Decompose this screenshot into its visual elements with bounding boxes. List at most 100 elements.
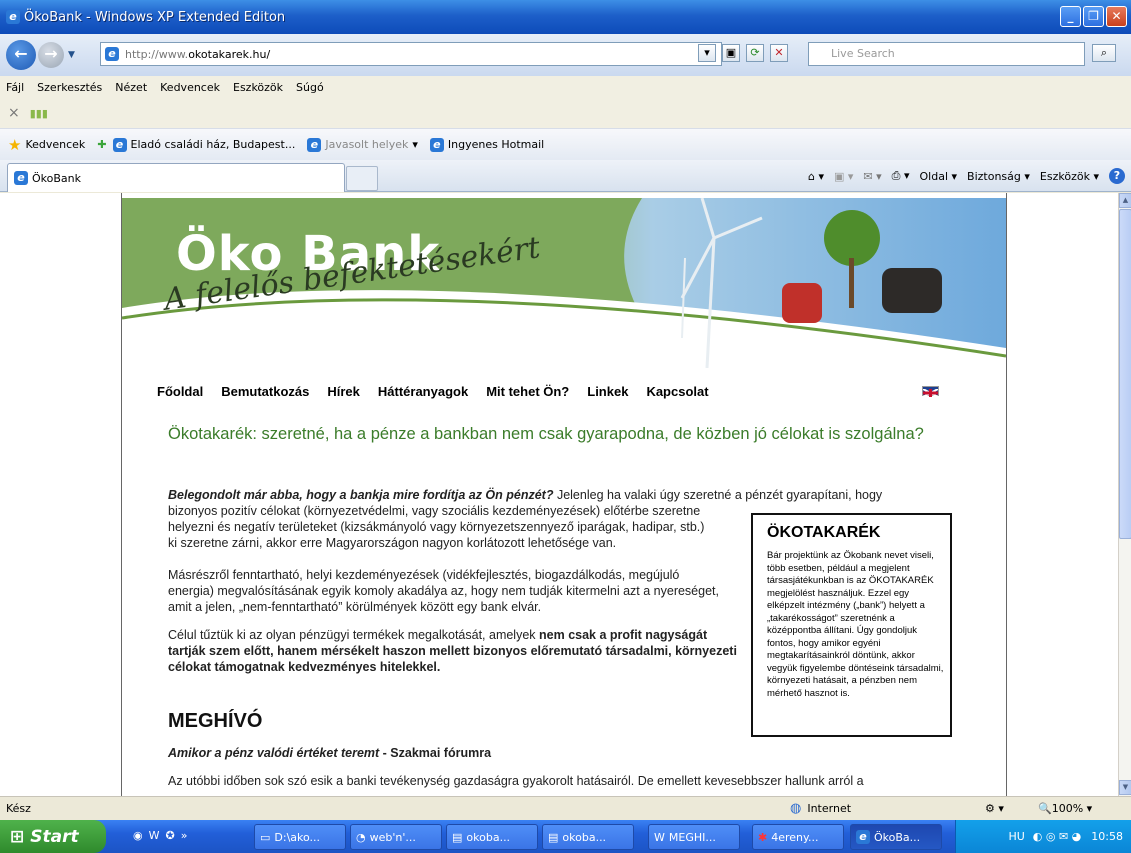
taskbar-item-label: web'n'...: [369, 830, 416, 844]
search-icon[interactable]: ⌕: [1092, 44, 1116, 62]
clock[interactable]: 10:58: [1091, 830, 1123, 843]
scroll-thumb[interactable]: [1119, 209, 1131, 539]
favorites-button[interactable]: ★ Kedvencek: [8, 136, 85, 154]
signal-icon: ▮▮▮: [29, 106, 48, 120]
title-bar: e ÖkoBank - Windows XP Extended Editon _…: [0, 0, 1131, 34]
media-quicklaunch-icon[interactable]: ✪: [166, 829, 175, 842]
system-tray: HU ◐ ◎ ✉ ◕ 10:58: [955, 820, 1131, 853]
browser-window: e ÖkoBank - Windows XP Extended Editon _…: [0, 0, 1131, 853]
taskbar-item-4ereny[interactable]: ✱ 4ereny...: [752, 824, 844, 850]
menu-view[interactable]: Nézet: [115, 81, 147, 94]
site-page: Öko Bank A felelős befektetésekért Főold…: [121, 193, 1007, 796]
address-toolbar: ← → ▼ e http://www. okotakarek.hu/ ▾ ▣ ⟳ …: [0, 34, 1131, 76]
scroll-down-icon[interactable]: ▼: [1119, 780, 1131, 795]
paragraph-3: Célul tűztük ki az olyan pénzügyi termék…: [168, 627, 738, 675]
page-headline: Ökotakarék: szeretné, ha a pénze a bankb…: [168, 425, 924, 443]
add-favorite-icon[interactable]: ✚: [97, 138, 106, 151]
more-icon[interactable]: »: [181, 829, 188, 842]
english-flag-icon[interactable]: [922, 386, 939, 398]
protected-mode-icon[interactable]: ⚙ ▾: [985, 802, 1004, 815]
search-input[interactable]: Live Search: [808, 42, 1085, 66]
box-title: ÖKOTAKARÉK: [767, 524, 881, 541]
menu-help[interactable]: Súgó: [296, 81, 324, 94]
taskbar-item-meghi[interactable]: W MEGHI...: [648, 824, 740, 850]
compat-icon[interactable]: ▣: [722, 44, 740, 62]
suggested-sites[interactable]: e Javasolt helyek ▾: [307, 137, 418, 152]
nav-news[interactable]: Hírek: [327, 384, 360, 399]
window-title: ÖkoBank - Windows XP Extended Editon: [24, 9, 286, 25]
windows-logo-icon: ⊞: [10, 826, 25, 847]
intro-rest: Jelenleg ha valaki úgy szeretné a pénzét…: [553, 488, 883, 502]
paragraph-4: Az utóbbi időben sok szó esik a banki te…: [168, 774, 864, 788]
taskbar-item-label: D:\ako...: [274, 830, 321, 844]
folder-icon: ▭: [260, 830, 271, 844]
taskbar-item-okoba1[interactable]: ▤ okoba...: [446, 824, 538, 850]
stop-icon[interactable]: ✕: [770, 44, 788, 62]
ie-quicklaunch-icon[interactable]: ◉: [133, 829, 143, 842]
refresh-icon[interactable]: ⟳: [746, 44, 764, 62]
page-menu[interactable]: Oldal ▾: [920, 170, 958, 183]
hotmail-label: Ingyenes Hotmail: [447, 138, 545, 151]
start-label: Start: [30, 826, 79, 847]
scroll-up-icon[interactable]: ▲: [1119, 193, 1131, 208]
nav-home[interactable]: Főoldal: [157, 384, 203, 399]
intro-bold: Belegondolt már abba, hogy a bankja mire…: [168, 488, 554, 502]
taskbar-item-label: MEGHI...: [668, 830, 716, 844]
menu-file[interactable]: Fájl: [6, 81, 24, 94]
taskbar: ⊞ Start ◉ W ✪ » ▭ D:\ako... ◔ web'n'... ▤ ok…: [0, 820, 1131, 853]
nav-about[interactable]: Bemutatkozás: [221, 384, 309, 399]
favorite-link-1[interactable]: e Eladó családi ház, Budapest...: [112, 137, 295, 152]
box-text: Bár projektünk az Ökobank nevet viseli, …: [767, 550, 944, 699]
tab-label: ÖkoBank: [32, 171, 81, 185]
tools-menu[interactable]: Eszközök ▾: [1040, 170, 1099, 183]
site-banner: Öko Bank A felelős befektetésekért: [122, 198, 1006, 368]
print-icon[interactable]: ⎙ ▾: [892, 169, 910, 183]
taskbar-item-web[interactable]: ◔ web'n'...: [350, 824, 442, 850]
command-bar: ⌂ ▾ ▣ ▾ ✉ ▾ ⎙ ▾ Oldal ▾ Biztonság ▾ Eszk…: [808, 168, 1125, 184]
close-toolbar-icon[interactable]: ×: [8, 105, 20, 121]
menu-tools[interactable]: Eszközök: [233, 81, 283, 94]
back-button[interactable]: ←: [6, 40, 36, 70]
address-dropdown-icon[interactable]: ▾: [698, 44, 716, 62]
safety-menu[interactable]: Biztonság ▾: [967, 170, 1030, 183]
zoom-control[interactable]: 🔍100% ▾: [1038, 802, 1092, 815]
suggested-label: Javasolt helyek: [325, 138, 409, 151]
forward-button[interactable]: →: [38, 42, 64, 68]
ie-icon: e: [14, 171, 28, 185]
start-button[interactable]: ⊞ Start: [0, 820, 106, 853]
taskbar-item-folder[interactable]: ▭ D:\ako...: [254, 824, 346, 850]
feeds-icon[interactable]: ▣ ▾: [834, 170, 853, 183]
favorite-link-hotmail[interactable]: e Ingyenes Hotmail: [429, 137, 545, 152]
maximize-button[interactable]: ❐: [1083, 6, 1104, 27]
word-quicklaunch-icon[interactable]: W: [149, 829, 160, 842]
new-tab-button[interactable]: [346, 166, 378, 191]
mail-icon[interactable]: ✉ ▾: [863, 170, 881, 183]
history-dropdown-icon[interactable]: ▼: [68, 50, 75, 60]
tab-okobank[interactable]: e ÖkoBank: [7, 163, 345, 192]
menu-edit[interactable]: Szerkesztés: [37, 81, 102, 94]
address-input[interactable]: e http://www. okotakarek.hu/: [100, 42, 722, 66]
language-indicator[interactable]: HU: [1008, 830, 1024, 843]
word-icon: W: [654, 830, 665, 844]
nav-links[interactable]: Linkek: [587, 384, 628, 399]
home-icon[interactable]: ⌂ ▾: [808, 170, 824, 183]
menu-bar: Fájl Szerkesztés Nézet Kedvencek Eszközö…: [0, 76, 1131, 98]
menu-favorites[interactable]: Kedvencek: [160, 81, 220, 94]
vertical-scrollbar[interactable]: ▲ ▼: [1118, 193, 1131, 796]
nav-what-you-can-do[interactable]: Mit tehet Ön?: [486, 384, 569, 399]
nav-background[interactable]: Háttéranyagok: [378, 384, 468, 399]
ie-icon: e: [307, 137, 322, 152]
minimize-button[interactable]: _: [1060, 6, 1081, 27]
paragraph-2: Másrészről fenntartható, helyi kezdemény…: [168, 568, 719, 614]
tray-icons[interactable]: ◐ ◎ ✉ ◕: [1033, 830, 1082, 843]
taskbar-item-okoba2[interactable]: ▤ okoba...: [542, 824, 634, 850]
site-nav: Főoldal Bemutatkozás Hírek Háttéranyagok…: [157, 384, 709, 399]
zone-label: Internet: [807, 802, 852, 815]
help-icon[interactable]: ?: [1109, 168, 1125, 184]
close-button[interactable]: ✕: [1106, 6, 1127, 27]
taskbar-item-okobank[interactable]: e ÖkoBa...: [850, 824, 942, 850]
zone-indicator[interactable]: ◍ Internet: [790, 801, 851, 816]
tools-menu-label: Eszközök: [1039, 169, 1090, 183]
nav-contact[interactable]: Kapcsolat: [646, 384, 708, 399]
doc-icon: ▤: [452, 830, 463, 844]
